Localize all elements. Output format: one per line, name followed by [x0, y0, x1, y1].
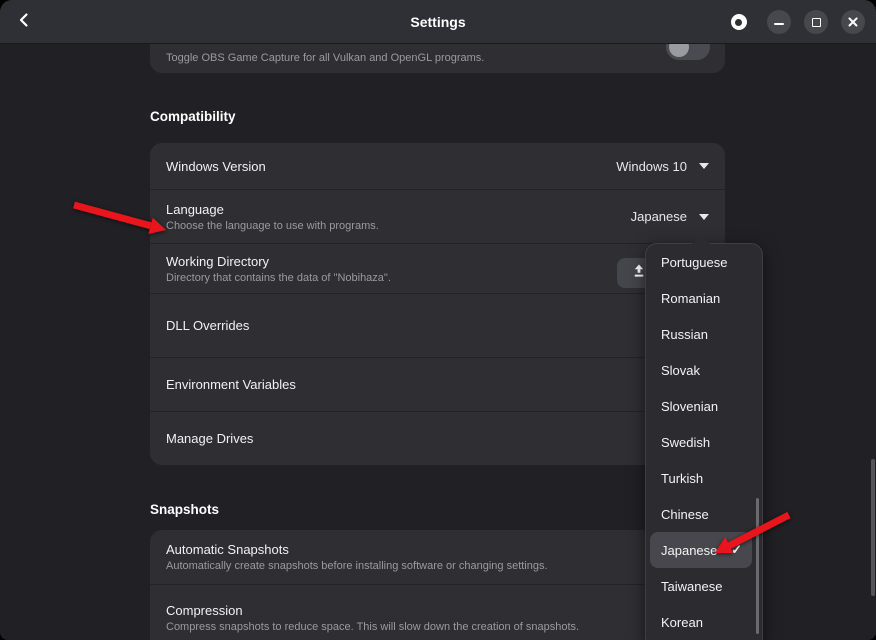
selected-option-label: Japanese: [661, 543, 717, 558]
chevron-down-icon: [699, 214, 709, 220]
compatibility-card: Windows Version Windows 10 Language Choo…: [150, 143, 725, 465]
back-button[interactable]: [10, 8, 38, 36]
obs-capture-subtitle: Toggle OBS Game Capture for all Vulkan a…: [166, 52, 484, 64]
row-title: DLL Overrides: [166, 318, 709, 333]
language-option-russian[interactable]: Russian: [646, 316, 762, 352]
maximize-icon: [812, 18, 821, 27]
dropdown-value: Japanese: [631, 209, 687, 224]
obs-capture-row: Toggle OBS Game Capture for all Vulkan a…: [150, 44, 725, 73]
language-option-taiwanese[interactable]: Taiwanese: [646, 568, 762, 604]
record-indicator-icon: [731, 14, 747, 30]
popover-scrollbar-thumb[interactable]: [756, 498, 759, 634]
language-option-portuguese[interactable]: Portuguese: [646, 244, 762, 280]
settings-content: Toggle OBS Game Capture for all Vulkan a…: [0, 44, 876, 640]
chevron-left-icon: [16, 12, 32, 33]
obs-capture-toggle[interactable]: [666, 44, 710, 60]
language-popover: Portuguese Romanian Russian Slovak Slove…: [645, 243, 763, 640]
language-option-turkish[interactable]: Turkish: [646, 460, 762, 496]
row-title: Language: [166, 202, 631, 217]
page-title: Settings: [410, 0, 465, 44]
language-option-swedish[interactable]: Swedish: [646, 424, 762, 460]
row-subtitle: Automatically create snapshots before in…: [166, 560, 709, 572]
minimize-icon: [774, 23, 784, 25]
dropdown-value: Windows 10: [616, 159, 687, 174]
chevron-down-icon: [699, 163, 709, 169]
settings-window: Settings Toggle OBS Game Capture for all…: [0, 0, 876, 640]
row-title: Compression: [166, 603, 709, 618]
header-controls: [731, 0, 865, 44]
check-icon: ✓: [731, 542, 742, 558]
close-button[interactable]: [841, 10, 865, 34]
minimize-button[interactable]: [767, 10, 791, 34]
language-dropdown[interactable]: Japanese: [631, 209, 709, 224]
language-option-chinese[interactable]: Chinese: [646, 496, 762, 532]
row-title: Manage Drives: [166, 431, 709, 446]
row-dll-overrides[interactable]: DLL Overrides: [150, 294, 725, 358]
section-title-snapshots: Snapshots: [150, 502, 219, 517]
language-option-japanese[interactable]: Japanese ✓: [650, 532, 752, 568]
section-title-compatibility: Compatibility: [150, 109, 236, 124]
snapshots-card: Automatic Snapshots Automatically create…: [150, 530, 725, 640]
row-windows-version[interactable]: Windows Version Windows 10: [150, 143, 725, 190]
row-title: Windows Version: [166, 159, 616, 174]
windows-version-dropdown[interactable]: Windows 10: [616, 159, 709, 174]
row-subtitle: Compress snapshots to reduce space. This…: [166, 621, 709, 633]
row-subtitle: Choose the language to use with programs…: [166, 220, 631, 232]
row-title: Environment Variables: [166, 377, 709, 392]
row-language[interactable]: Language Choose the language to use with…: [150, 190, 725, 244]
maximize-button[interactable]: [804, 10, 828, 34]
row-title: Automatic Snapshots: [166, 542, 709, 557]
window-scrollbar-thumb[interactable]: [871, 459, 875, 596]
row-manage-drives[interactable]: Manage Drives: [150, 412, 725, 465]
row-environment-variables[interactable]: Environment Variables: [150, 358, 725, 412]
popover-arrow-tail: [692, 235, 710, 244]
row-compression[interactable]: Compression Compress snapshots to reduce…: [150, 585, 725, 640]
language-option-slovak[interactable]: Slovak: [646, 352, 762, 388]
header-bar: Settings: [0, 0, 876, 44]
row-automatic-snapshots[interactable]: Automatic Snapshots Automatically create…: [150, 530, 725, 585]
language-option-slovenian[interactable]: Slovenian: [646, 388, 762, 424]
language-option-romanian[interactable]: Romanian: [646, 280, 762, 316]
language-option-korean[interactable]: Korean: [646, 604, 762, 640]
